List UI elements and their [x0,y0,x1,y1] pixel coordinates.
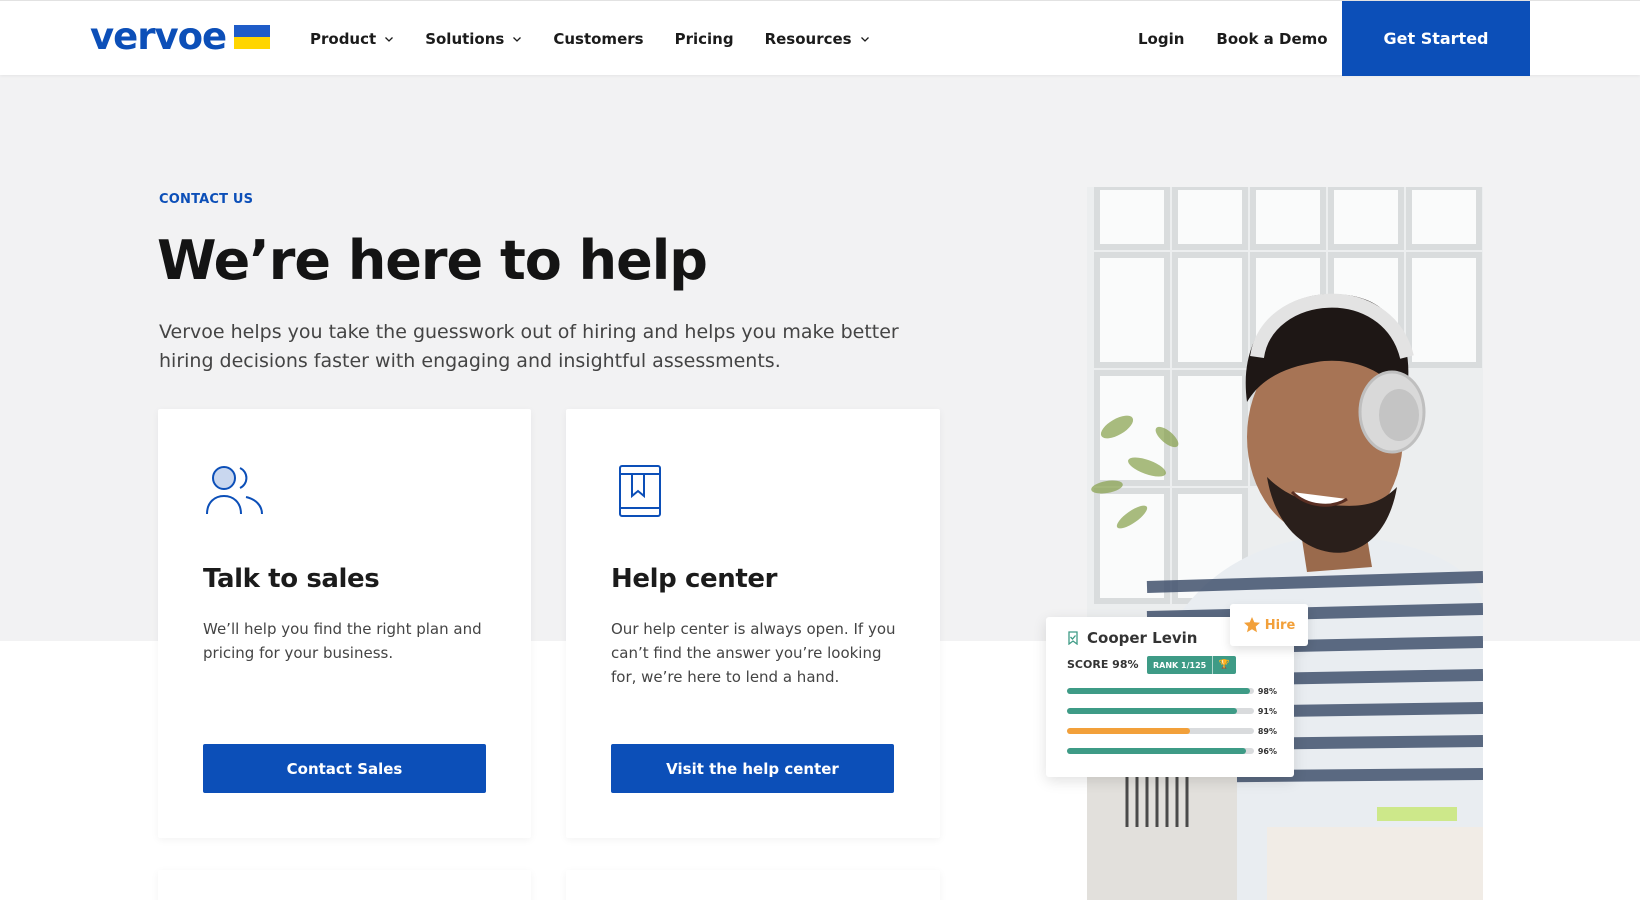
main-nav: Product Solutions Customers Pricing Reso… [310,1,901,76]
score-bar-label: 91% [1257,706,1277,716]
chevron-down-icon [385,36,394,42]
nav-solutions-label: Solutions [425,29,505,48]
nav-actions: Login Book a Demo [1138,1,1360,76]
score-bar-fill [1067,728,1191,734]
hire-label: Hire [1264,617,1296,633]
ukraine-flag-icon [234,25,271,49]
star-icon [1243,617,1260,633]
site-header: vervoe Product Solutions Customers Prici… [0,0,1640,76]
hire-button[interactable]: Hire [1230,604,1308,646]
person-with-headphones-image [1087,187,1483,900]
candidate-name: Cooper Levin [1087,629,1198,647]
score-bar-track [1067,728,1254,734]
card-title: Help center [611,564,778,594]
score-bar-label: 89% [1257,726,1277,736]
score-bar-label: 96% [1257,746,1277,756]
score-bar: 98% [1067,686,1277,696]
users-icon [206,466,263,515]
vervoe-logo[interactable]: vervoe [90,15,271,58]
score-bar-fill [1067,708,1238,714]
score-bar-label: 98% [1257,686,1277,696]
score-bar: 91% [1067,706,1277,716]
card-description: We’ll help you find the right plan and p… [203,620,482,662]
nav-customers[interactable]: Customers [553,30,643,48]
card-title: Talk to sales [203,564,380,594]
score-bar-fill [1067,688,1251,694]
score-bar: 96% [1067,746,1277,756]
candidate-score: SCORE 98% [1067,658,1139,671]
logo-wordmark: vervoe [90,15,227,58]
score-bar-track [1067,748,1254,754]
nav-product[interactable]: Product [310,30,394,48]
chevron-down-icon [513,36,522,42]
bookmark-check-icon [1068,631,1078,645]
visit-help-center-button[interactable]: Visit the help center [611,744,894,793]
nav-solutions[interactable]: Solutions [425,30,522,48]
book-demo-link[interactable]: Book a Demo [1216,30,1327,48]
get-started-button[interactable]: Get Started [1342,1,1530,76]
score-bar-track [1067,688,1254,694]
score-bar-track [1067,708,1254,714]
nav-pricing-label: Pricing [674,29,734,48]
rank-label: RANK 1/125 [1147,656,1214,674]
page-title: We’re here to help [157,229,708,292]
rank-badge: RANK 1/125 🏆 [1147,656,1236,674]
card-description: Our help center is always open. If you c… [611,620,896,686]
hero-photo [1087,187,1483,900]
nav-resources[interactable]: Resources [765,30,870,48]
help-center-card: Help center Our help center is always op… [566,409,940,838]
hero-intro: Vervoe helps you take the guesswork out … [159,321,899,372]
book-icon [619,465,661,517]
contact-card [566,870,940,900]
contact-sales-button[interactable]: Contact Sales [203,744,486,793]
login-link[interactable]: Login [1138,30,1184,48]
nav-pricing[interactable]: Pricing [675,30,734,48]
chevron-down-icon [860,36,869,42]
nav-product-label: Product [310,29,377,48]
contact-card [158,870,531,900]
eyebrow-label: CONTACT US [159,192,254,207]
score-bar: 89% [1067,726,1277,736]
score-bar-fill [1067,748,1247,754]
talk-to-sales-card: Talk to sales We’ll help you find the ri… [158,409,531,838]
trophy-icon: 🏆 [1218,660,1230,670]
nav-customers-label: Customers [553,29,644,48]
nav-resources-label: Resources [764,29,852,48]
